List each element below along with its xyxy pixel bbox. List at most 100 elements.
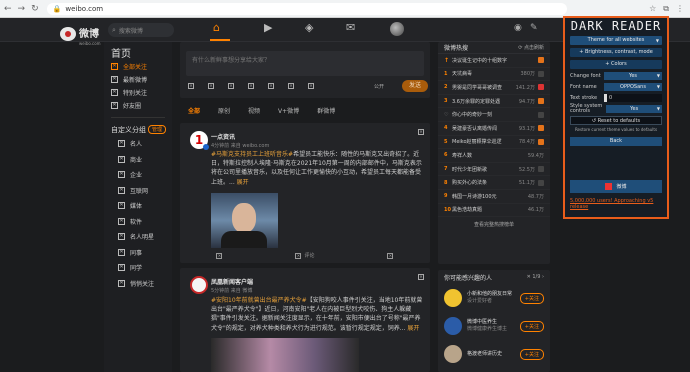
post-avatar[interactable] xyxy=(190,276,208,294)
site-toggle-button[interactable]: 微博 xyxy=(570,180,662,193)
suggested-user-avatar[interactable] xyxy=(444,317,462,335)
forward-icon[interactable]: → xyxy=(18,4,26,14)
image-icon[interactable]: ✕ xyxy=(208,83,214,89)
tab-original[interactable]: 原创 xyxy=(218,106,230,115)
hot-icon[interactable]: ◈ xyxy=(305,21,313,34)
game-icon[interactable]: ◉ xyxy=(514,23,522,33)
group-item[interactable]: ✕ 商业 xyxy=(104,152,172,168)
location-icon[interactable]: ✕ xyxy=(268,83,274,89)
visibility-select[interactable]: 公开 xyxy=(374,83,384,90)
lock-icon: 🔒 xyxy=(52,4,62,13)
brightness-contrast-button[interactable]: + Brightness, contrast, mode xyxy=(570,48,662,57)
group-item[interactable]: ✕ 同事 xyxy=(104,245,172,261)
message-icon[interactable]: ✉ xyxy=(346,21,355,34)
user-avatar[interactable] xyxy=(390,22,404,36)
post-hashtag[interactable]: #马斯克支持员工上班听音乐# xyxy=(211,151,293,158)
follow-button[interactable]: +关注 xyxy=(519,292,544,304)
interest-pager[interactable]: ✕ 1/9 › xyxy=(527,274,544,280)
composer-textarea[interactable]: 有什么新鲜事想分享给大家？ xyxy=(186,51,424,76)
group-manage-button[interactable]: 管理 xyxy=(147,125,166,134)
hot-search-row[interactable]: 8 购买外心的法条 51.1万 xyxy=(438,176,550,190)
reload-icon[interactable]: ↻ xyxy=(31,4,39,14)
view-full-hot-link[interactable]: 查看完整热搜榜单 xyxy=(438,217,550,228)
sidebar-item-friends[interactable]: ✕ 好友圈 xyxy=(104,99,172,112)
group-item[interactable]: ✕ 悄悄关注 xyxy=(104,276,172,292)
address-bar[interactable]: 🔒 weibo.com xyxy=(46,2,567,15)
hot-count: 93.1万 xyxy=(518,125,535,132)
suggested-user-name[interactable]: 小新和他的朋友日常 xyxy=(467,291,520,298)
tab-video[interactable]: 视频 xyxy=(248,106,260,115)
tab-vplus[interactable]: V+微博 xyxy=(278,106,299,115)
edit-icon[interactable]: ✎ xyxy=(530,23,538,33)
group-item[interactable]: ✕ 同学 xyxy=(104,260,172,276)
weibo-logo[interactable]: 微博 weibo.com xyxy=(60,22,101,46)
post-author[interactable]: 一点资讯 xyxy=(211,132,235,141)
change-font-select[interactable]: Yes ▼ xyxy=(604,71,662,80)
post-menu-icon[interactable]: ✕ xyxy=(418,274,424,280)
follow-button[interactable]: +关注 xyxy=(519,320,544,332)
reset-note: Restore current theme values to defaults xyxy=(574,127,658,132)
hot-search-row[interactable]: 10 黑色浩劫真题 46.1万 xyxy=(438,204,550,218)
sidebar-item-all-follow[interactable]: ✕ 全部关注 xyxy=(104,60,172,73)
menu-icon[interactable]: ⋮ xyxy=(676,4,684,14)
comment-button[interactable]: ✕ 评论 xyxy=(295,252,314,259)
follow-button[interactable]: +关注 xyxy=(519,348,544,360)
bookmark-icon[interactable]: ☆ xyxy=(649,4,656,14)
refresh-button[interactable]: ⟳ 点击刷新 xyxy=(518,44,544,51)
hot-search-row[interactable]: 4 吴建豪否认离婚传闻 93.1万 xyxy=(438,122,550,136)
hot-search-row[interactable]: 6 寿祥人数 59.4万 xyxy=(438,149,550,163)
suggested-user-avatar[interactable] xyxy=(444,345,462,363)
more-icon[interactable]: ✕ xyxy=(308,83,314,89)
reset-defaults-button[interactable]: ↺ Reset to defaults xyxy=(570,116,662,125)
suggested-user-avatar[interactable] xyxy=(444,289,462,307)
sidebar-item-special[interactable]: ✕ 特别关注 xyxy=(104,86,172,99)
theme-scope-select[interactable]: Theme for all websites ▼ xyxy=(570,36,662,45)
like-button[interactable]: ✕ xyxy=(387,252,394,259)
video-icon[interactable]: ▶ xyxy=(264,21,272,34)
colors-button[interactable]: + Colors xyxy=(570,60,662,69)
search-input[interactable]: ⌕ 搜索微博 xyxy=(108,23,174,37)
video-upload-icon[interactable]: ✕ xyxy=(228,83,234,89)
hot-search-row[interactable]: ♡ 你心中的奇妙一刻 xyxy=(438,108,550,122)
topic-icon[interactable]: ✕ xyxy=(248,83,254,89)
text-stroke-slider[interactable]: 0 xyxy=(604,93,662,102)
hot-search-row[interactable]: 7 时代少年团新歌 52.5万 xyxy=(438,163,550,177)
sidebar-item-latest[interactable]: ✕ 最新微博 xyxy=(104,73,172,86)
logo-text: 微博 xyxy=(79,29,99,40)
release-link[interactable]: 5,000,000 users! Approaching v5 release xyxy=(570,198,667,210)
suggested-user-name[interactable]: 微博中医养生 xyxy=(467,319,520,326)
post-image[interactable] xyxy=(211,193,278,248)
suggested-user-name[interactable]: 格渡老师讲历史 xyxy=(467,351,520,358)
post-menu-icon[interactable]: ✕ xyxy=(418,129,424,135)
group-item[interactable]: ✕ 互联网 xyxy=(104,183,172,199)
home-icon[interactable]: ⌂ xyxy=(213,21,220,34)
style-controls-select[interactable]: Yes ▼ xyxy=(606,104,662,113)
hot-search-row[interactable]: 5 Meiko赵丽颖撑伞巡逻 78.4万 xyxy=(438,136,550,150)
tab-all[interactable]: 全部 xyxy=(188,106,200,115)
group-item[interactable]: ✕ 名人明星 xyxy=(104,229,172,245)
group-item[interactable]: ✕ 企业 xyxy=(104,167,172,183)
group-item[interactable]: ✕ 媒体 xyxy=(104,198,172,214)
post-author[interactable]: 凤凰新闻客户端 xyxy=(211,277,253,286)
emoji-icon[interactable]: ✕ xyxy=(188,83,194,89)
hot-search-row[interactable]: 3 3.6万余罪的定罪处遇 94.7万 xyxy=(438,95,550,109)
extensions-icon[interactable]: ⧉ xyxy=(663,4,669,14)
send-button[interactable]: 发送 xyxy=(402,80,428,92)
back-button[interactable]: Back xyxy=(570,137,662,146)
post-image[interactable] xyxy=(211,338,359,372)
schedule-icon[interactable]: ✕ xyxy=(288,83,294,89)
post-hashtag[interactable]: #安阳10年前就曾出台最严养犬令# xyxy=(211,297,307,304)
expand-link[interactable]: 展开 xyxy=(237,179,249,186)
group-item[interactable]: ✕ 名人 xyxy=(104,136,172,152)
hot-search-row[interactable]: 2 男婴是同学哥哥被调查 141.2万 xyxy=(438,81,550,95)
font-name-select[interactable]: OPPOSans ▼ xyxy=(604,82,662,91)
expand-link[interactable]: 展开 xyxy=(407,325,419,332)
group-item[interactable]: ✕ 软件 xyxy=(104,214,172,230)
back-icon[interactable]: ← xyxy=(4,4,12,14)
tab-group[interactable]: 群微博 xyxy=(317,106,335,115)
repost-button[interactable]: ✕ xyxy=(216,252,223,259)
hot-search-row[interactable]: 9 韩国一月诗游100元 48.7万 xyxy=(438,190,550,204)
hot-search-row[interactable]: 1 天坑病毒 380万 xyxy=(438,68,550,82)
hot-search-row[interactable]: ↑ 决议诞生记中的十组数字 xyxy=(438,54,550,68)
post-avatar[interactable]: 1 xyxy=(190,131,209,150)
